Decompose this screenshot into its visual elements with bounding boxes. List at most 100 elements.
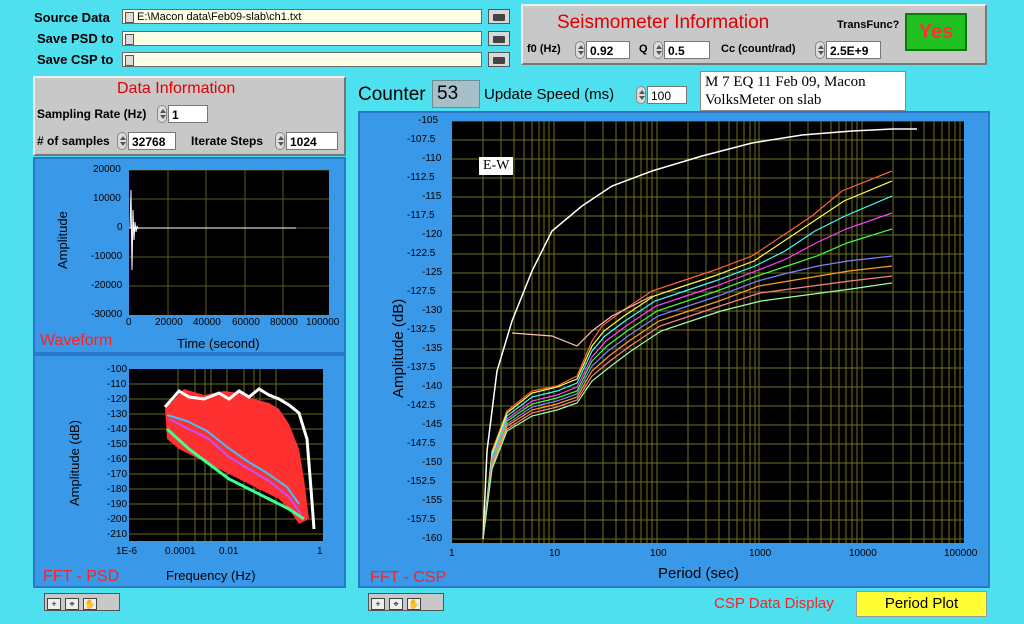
path-icon <box>125 34 134 45</box>
wave-xtick: 60000 <box>232 317 260 328</box>
update-speed-input[interactable]: 100 <box>647 86 687 104</box>
csp-display-select[interactable]: Period Plot <box>856 591 987 617</box>
wave-xlabel: Time (second) <box>177 336 260 351</box>
source-data-value: E:\Macon data\Feb09-slab\ch1.txt <box>137 11 302 23</box>
crosshair-icon[interactable]: + <box>47 598 61 610</box>
csp-ytick: -152.5 <box>407 476 436 487</box>
cc-spinner[interactable] <box>815 41 825 59</box>
csp-panel: E-W -105 -107.5 -110 -112.5 -115 -117.5 … <box>358 111 990 588</box>
csp-ylabel: Amplitude (dB) <box>390 298 407 398</box>
waveform-svg <box>129 169 329 315</box>
hand-icon[interactable]: ✋ <box>83 598 97 610</box>
counter-label: Counter <box>358 84 426 105</box>
source-data-field[interactable]: E:\Macon data\Feb09-slab\ch1.txt <box>122 9 482 24</box>
csp-ytick: -137.5 <box>407 362 436 373</box>
update-speed-spinner[interactable] <box>636 86 646 104</box>
psd-svg <box>129 369 323 541</box>
wave-xtick: 40000 <box>193 317 221 328</box>
counter-value: 53 <box>432 80 480 108</box>
wave-xtick: 100000 <box>306 317 340 328</box>
csp-ytick: -132.5 <box>407 324 436 335</box>
csp-ytick: -142.5 <box>407 400 436 411</box>
path-icon <box>125 55 134 66</box>
seismometer-panel: Seismometer Information TransFunc? Yes f… <box>521 4 987 65</box>
csp-plot[interactable]: E-W <box>452 120 964 543</box>
wave-ytick: -20000 <box>91 280 123 291</box>
waveform-panel: 20000 10000 0 -10000 -20000 -30000 0 200… <box>33 157 346 354</box>
csp-channel-label: E-W <box>479 157 514 175</box>
psd-ytick: -160 <box>107 454 128 465</box>
f0-spinner[interactable] <box>575 41 585 59</box>
f0-input[interactable]: 0.92 <box>586 41 630 59</box>
sampling-rate-input[interactable]: 1 <box>168 105 208 123</box>
csp-ytick: -112.5 <box>407 172 435 183</box>
psd-xtick: 1E-6 <box>116 546 138 557</box>
csp-title: FFT - CSP <box>370 569 447 586</box>
browse-source-button[interactable] <box>488 9 510 24</box>
samples-input[interactable]: 32768 <box>128 132 176 150</box>
csp-ytick: -140 <box>422 381 443 392</box>
psd-ytick: -180 <box>107 484 128 495</box>
psd-xtick: 0.01 <box>219 546 239 557</box>
data-info-panel: Data Information Sampling Rate (Hz) 1 # … <box>33 76 346 156</box>
save-psd-field[interactable] <box>122 31 482 46</box>
source-data-label: Source Data <box>34 10 110 25</box>
csp-xlabel: Period (sec) <box>658 565 739 582</box>
folder-icon <box>493 14 505 21</box>
iterate-steps-label: Iterate Steps <box>191 134 264 148</box>
wave-ytick: -30000 <box>91 309 123 320</box>
csp-display-label: CSP Data Display <box>714 595 834 612</box>
psd-plot[interactable] <box>129 369 323 541</box>
q-label: Q <box>639 43 648 55</box>
crosshair-icon[interactable]: + <box>371 598 385 610</box>
csp-xtick: 10000 <box>849 548 877 559</box>
psd-panel: -100 -110 -120 -130 -140 -150 -160 -170 … <box>33 354 346 588</box>
wave-ytick: -10000 <box>91 251 123 262</box>
browse-csp-button[interactable] <box>488 52 510 67</box>
folder-icon <box>493 36 505 43</box>
psd-graph-tools: + ⌖ ✋ <box>44 593 120 611</box>
csp-ytick: -135 <box>422 343 443 354</box>
psd-ytick: -210 <box>107 529 128 540</box>
samples-spinner[interactable] <box>117 132 127 150</box>
seismometer-title: Seismometer Information <box>557 12 770 33</box>
iterate-steps-input[interactable]: 1024 <box>286 132 338 150</box>
wave-ytick: 20000 <box>93 164 121 175</box>
csp-xtick: 100000 <box>944 548 978 559</box>
sampling-rate-spinner[interactable] <box>157 105 167 123</box>
zoom-icon[interactable]: ⌖ <box>65 598 79 610</box>
folder-icon <box>493 57 505 64</box>
csp-svg <box>452 120 964 543</box>
hand-icon[interactable]: ✋ <box>407 598 421 610</box>
csp-ytick: -127.5 <box>407 286 436 297</box>
psd-ylabel: Amplitude (dB) <box>67 420 82 506</box>
iterate-steps-spinner[interactable] <box>275 132 285 150</box>
q-input[interactable]: 0.5 <box>664 41 710 59</box>
transfunc-yes-button[interactable]: Yes <box>905 13 967 51</box>
csp-ytick: -120 <box>422 229 443 240</box>
csp-xtick: 10 <box>549 548 561 559</box>
event-note-line2: VolksMeter on slab <box>705 92 822 108</box>
zoom-icon[interactable]: ⌖ <box>389 598 403 610</box>
csp-ytick: -130 <box>422 305 443 316</box>
event-note-line1: M 7 EQ 11 Feb 09, Macon <box>705 74 866 90</box>
cc-input[interactable]: 2.5E+9 <box>826 41 881 59</box>
wave-ytick: 0 <box>117 222 123 233</box>
save-csp-field[interactable] <box>122 52 482 67</box>
save-csp-label: Save CSP to <box>37 52 114 67</box>
psd-ytick: -150 <box>107 439 128 450</box>
save-psd-label: Save PSD to <box>37 31 114 46</box>
q-spinner[interactable] <box>653 41 663 59</box>
csp-xtick: 100 <box>650 548 667 559</box>
event-note[interactable]: M 7 EQ 11 Feb 09, Macon VolksMeter on sl… <box>700 71 906 111</box>
wave-xtick: 20000 <box>155 317 183 328</box>
psd-ytick: -190 <box>107 499 128 510</box>
psd-title: FFT - PSD <box>43 568 120 585</box>
csp-ytick: -125 <box>422 267 443 278</box>
csp-ytick: -105 <box>418 115 439 126</box>
psd-ytick: -130 <box>107 409 128 420</box>
browse-psd-button[interactable] <box>488 31 510 46</box>
csp-ytick: -145 <box>422 419 443 430</box>
data-info-title: Data Information <box>117 80 236 97</box>
waveform-plot[interactable] <box>129 169 329 315</box>
